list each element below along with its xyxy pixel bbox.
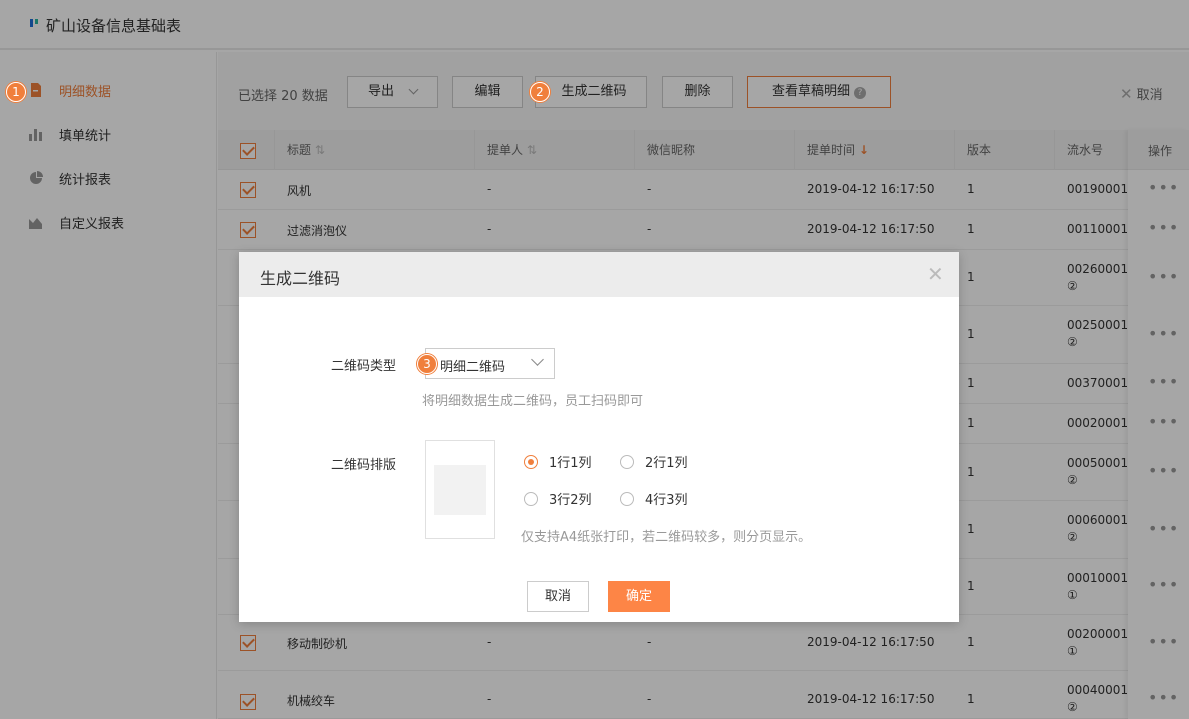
radio-selected-icon xyxy=(524,454,538,469)
layout-option-2x1[interactable]: 2行1列 xyxy=(620,452,688,471)
dialog-cancel-button[interactable]: 取消 xyxy=(527,581,589,612)
chevron-down-icon xyxy=(531,353,544,366)
qrcode-type-label: 二维码类型 xyxy=(331,359,397,374)
close-icon[interactable]: ✕ xyxy=(927,264,944,284)
layout-preview xyxy=(425,440,495,539)
layout-option-1x1[interactable]: 1行1列 xyxy=(524,452,592,471)
step-badge-2: 2 xyxy=(530,82,550,102)
qrcode-type-select[interactable]: 明细二维码 xyxy=(425,348,555,379)
layout-option-3x2[interactable]: 3行2列 xyxy=(524,489,592,508)
layout-option-4x3[interactable]: 4行3列 xyxy=(620,489,688,508)
radio-icon xyxy=(620,454,634,469)
step-badge-1: 1 xyxy=(6,82,26,102)
qrcode-placeholder xyxy=(434,465,486,515)
generate-qrcode-dialog: 生成二维码 ✕ 二维码类型 明细二维码 3 将明细数据生成二维码，员工扫码即可 … xyxy=(239,252,959,622)
qrcode-type-hint: 将明细数据生成二维码，员工扫码即可 xyxy=(422,394,644,409)
qrcode-type-value: 明细二维码 xyxy=(440,360,506,375)
layout-hint: 仅支持A4纸张打印，若二维码较多，则分页显示。 xyxy=(521,530,812,545)
radio-icon xyxy=(524,491,538,506)
dialog-header: 生成二维码 ✕ xyxy=(239,252,959,297)
dialog-title: 生成二维码 xyxy=(260,269,341,288)
qrcode-layout-label: 二维码排版 xyxy=(331,458,397,473)
dialog-confirm-button[interactable]: 确定 xyxy=(608,581,670,612)
radio-icon xyxy=(620,491,634,506)
step-badge-3: 3 xyxy=(417,354,437,374)
